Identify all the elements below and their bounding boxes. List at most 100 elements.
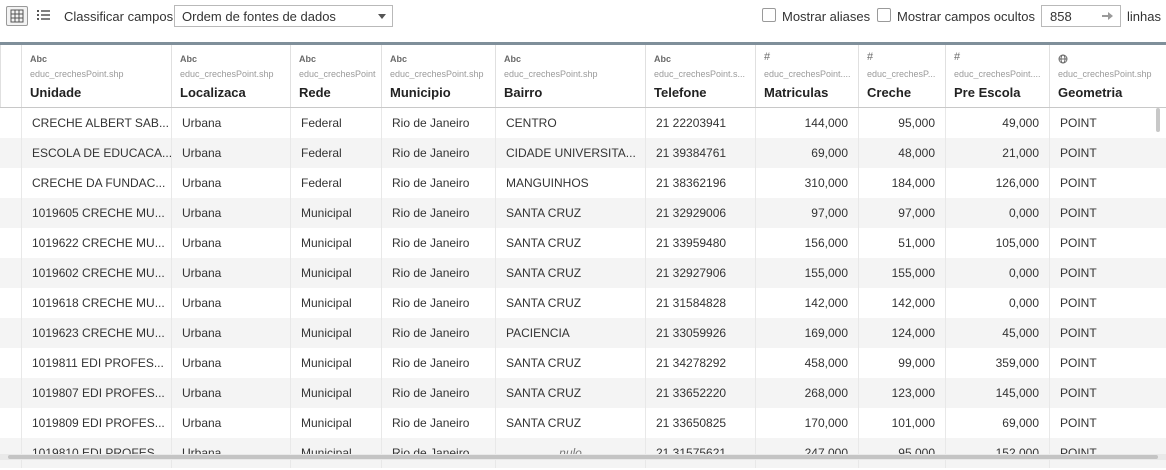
table-cell[interactable]: POINT (1049, 228, 1156, 258)
column-header-rede[interactable]: Abc educ_crechesPoint Rede (290, 45, 381, 107)
table-cell[interactable]: SANTA CRUZ (495, 348, 645, 378)
table-cell[interactable]: SANTA CRUZ (495, 408, 645, 438)
table-cell[interactable]: 0,000 (945, 288, 1049, 318)
table-cell[interactable]: PACIENCIA (495, 318, 645, 348)
table-cell[interactable]: Rio de Janeiro (381, 348, 495, 378)
table-cell[interactable]: 21 33650825 (645, 408, 755, 438)
table-cell[interactable]: 1019807 EDI PROFES... (21, 378, 171, 408)
scrollbar-thumb[interactable] (8, 455, 1158, 459)
table-cell[interactable]: 123,000 (858, 378, 945, 408)
table-cell[interactable]: 69,000 (945, 408, 1049, 438)
table-cell[interactable]: 97,000 (755, 198, 858, 228)
table-row[interactable]: 1019623 CRECHE MU... Urbana Municipal Rio d… (0, 318, 1166, 348)
table-row[interactable]: 1019809 EDI PROFES... Urbana Municipal Rio … (0, 408, 1166, 438)
table-cell[interactable]: Municipal (290, 288, 381, 318)
table-cell[interactable]: 97,000 (858, 198, 945, 228)
column-header-localizaca[interactable]: Abc educ_crechesPoint.shp Localizaca (171, 45, 290, 107)
table-cell[interactable]: 152,000 (945, 438, 1049, 468)
table-cell[interactable]: 21 32929006 (645, 198, 755, 228)
column-header-municipio[interactable]: Abc educ_crechesPoint.shp Municipio (381, 45, 495, 107)
table-cell[interactable]: Urbana (171, 318, 290, 348)
table-cell[interactable]: SANTA CRUZ (495, 258, 645, 288)
table-cell[interactable]: 21 33652220 (645, 378, 755, 408)
table-cell[interactable]: 21 38362196 (645, 168, 755, 198)
table-cell[interactable]: POINT (1049, 378, 1156, 408)
table-cell[interactable]: 170,000 (755, 408, 858, 438)
table-cell[interactable]: Rio de Janeiro (381, 258, 495, 288)
table-cell[interactable]: SANTA CRUZ (495, 198, 645, 228)
table-row[interactable]: CRECHE ALBERT SAB... Urbana Federal Rio de … (0, 108, 1166, 138)
table-cell[interactable]: Municipal (290, 438, 381, 468)
table-cell[interactable]: 51,000 (858, 228, 945, 258)
show-aliases-checkbox[interactable] (762, 8, 776, 22)
list-view-icon[interactable] (34, 6, 56, 26)
table-cell[interactable]: Municipal (290, 258, 381, 288)
table-cell[interactable]: 21 33959480 (645, 228, 755, 258)
table-cell[interactable]: 95,000 (858, 108, 945, 138)
table-cell[interactable]: Municipal (290, 318, 381, 348)
table-cell[interactable]: 48,000 (858, 138, 945, 168)
table-cell[interactable]: POINT (1049, 438, 1156, 468)
column-header-unidade[interactable]: Abc educ_crechesPoint.shp Unidade (21, 45, 171, 107)
table-cell[interactable]: 105,000 (945, 228, 1049, 258)
table-cell[interactable]: 1019605 CRECHE MU... (21, 198, 171, 228)
table-cell[interactable]: Federal (290, 138, 381, 168)
horizontal-scrollbar[interactable] (0, 454, 1166, 460)
table-cell[interactable]: Rio de Janeiro (381, 438, 495, 468)
table-cell[interactable]: Urbana (171, 408, 290, 438)
table-cell[interactable]: 268,000 (755, 378, 858, 408)
table-cell[interactable]: 155,000 (755, 258, 858, 288)
table-cell[interactable]: Rio de Janeiro (381, 198, 495, 228)
table-row[interactable]: 1019602 CRECHE MU... Urbana Municipal Rio d… (0, 258, 1166, 288)
table-cell[interactable]: 1019622 CRECHE MU... (21, 228, 171, 258)
table-cell[interactable]: Municipal (290, 348, 381, 378)
table-cell[interactable]: Rio de Janeiro (381, 288, 495, 318)
table-cell[interactable]: Urbana (171, 378, 290, 408)
table-cell[interactable]: 21 31584828 (645, 288, 755, 318)
table-cell[interactable]: 21 31575621 (645, 438, 755, 468)
table-cell[interactable]: 142,000 (755, 288, 858, 318)
table-cell[interactable]: CENTRO (495, 108, 645, 138)
row-count-input[interactable]: 858 (1041, 5, 1121, 27)
table-cell[interactable]: 1019602 CRECHE MU... (21, 258, 171, 288)
table-cell[interactable]: POINT (1049, 288, 1156, 318)
table-cell[interactable]: 99,000 (858, 348, 945, 378)
table-cell[interactable]: CRECHE ALBERT SAB... (21, 108, 171, 138)
table-cell[interactable]: 1019618 CRECHE MU... (21, 288, 171, 318)
table-cell[interactable]: Urbana (171, 288, 290, 318)
table-cell[interactable]: Municipal (290, 198, 381, 228)
table-cell[interactable]: 21 34278292 (645, 348, 755, 378)
table-cell[interactable]: Urbana (171, 438, 290, 468)
table-row[interactable]: 1019811 EDI PROFES... Urbana Municipal Rio … (0, 348, 1166, 378)
table-cell[interactable]: 247,000 (755, 438, 858, 468)
table-cell[interactable]: SANTA CRUZ (495, 288, 645, 318)
table-cell[interactable]: Municipal (290, 378, 381, 408)
table-row[interactable]: 1019605 CRECHE MU... Urbana Municipal Rio d… (0, 198, 1166, 228)
table-cell[interactable]: CIDADE UNIVERSITA... (495, 138, 645, 168)
table-cell[interactable]: 184,000 (858, 168, 945, 198)
table-row[interactable]: 1019622 CRECHE MU... Urbana Municipal Rio d… (0, 228, 1166, 258)
table-cell[interactable]: 69,000 (755, 138, 858, 168)
table-cell[interactable]: Urbana (171, 138, 290, 168)
table-cell[interactable]: 1019623 CRECHE MU... (21, 318, 171, 348)
table-cell[interactable]: 21 22203941 (645, 108, 755, 138)
table-row[interactable]: 1019618 CRECHE MU... Urbana Municipal Rio d… (0, 288, 1166, 318)
table-cell[interactable]: Municipal (290, 228, 381, 258)
table-row[interactable]: ESCOLA DE EDUCACA... Urbana Federal Rio de … (0, 138, 1166, 168)
table-cell[interactable]: 126,000 (945, 168, 1049, 198)
show-hidden-fields-checkbox[interactable] (877, 8, 891, 22)
table-cell[interactable]: Rio de Janeiro (381, 168, 495, 198)
table-cell[interactable]: Rio de Janeiro (381, 408, 495, 438)
table-cell[interactable]: POINT (1049, 138, 1156, 168)
column-header-pre-escola[interactable]: # educ_crechesPoint.... Pre Escola (945, 45, 1049, 107)
column-header-geometria[interactable]: educ_crechesPoint.shp Geometria (1049, 45, 1156, 107)
table-cell[interactable]: 155,000 (858, 258, 945, 288)
table-cell[interactable]: 458,000 (755, 348, 858, 378)
table-cell[interactable]: Federal (290, 168, 381, 198)
table-cell[interactable]: 21 32927906 (645, 258, 755, 288)
table-cell[interactable]: Urbana (171, 228, 290, 258)
table-cell[interactable]: POINT (1049, 108, 1156, 138)
table-cell[interactable]: 21 39384761 (645, 138, 755, 168)
table-cell[interactable]: 124,000 (858, 318, 945, 348)
column-header-creche[interactable]: # educ_crechesP... Creche (858, 45, 945, 107)
